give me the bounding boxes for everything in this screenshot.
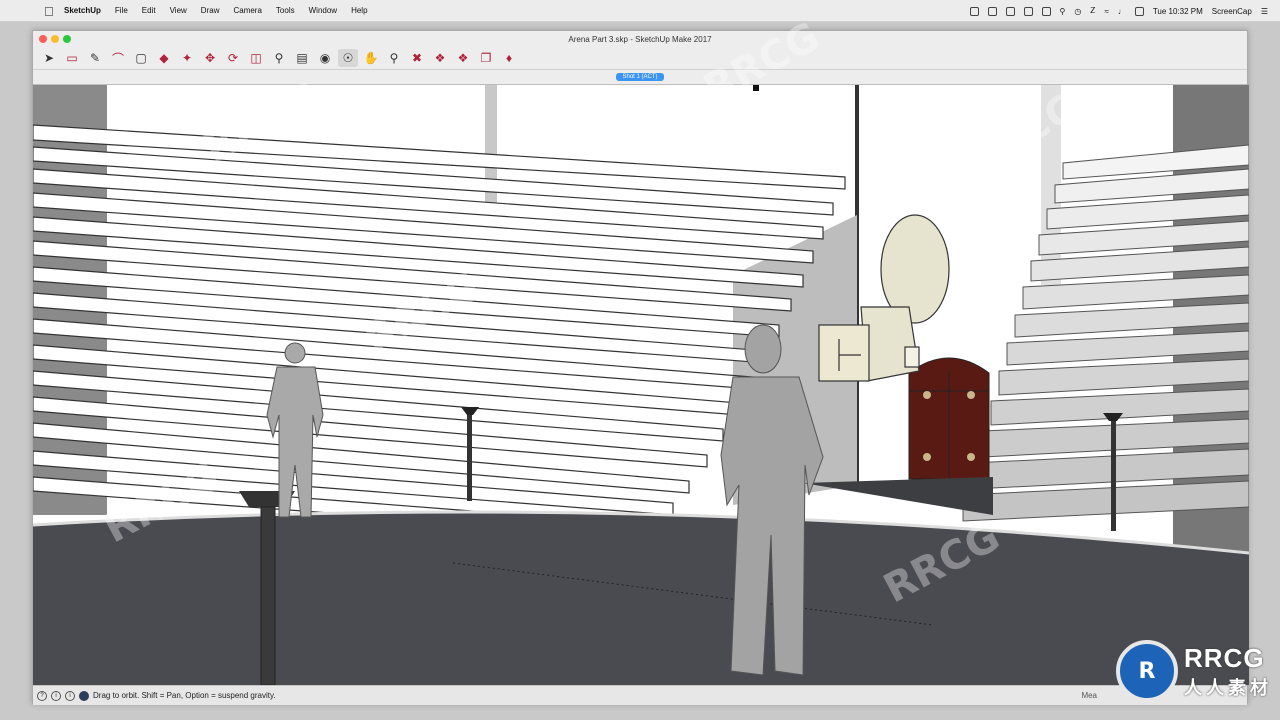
screen-record-icon[interactable] [969, 6, 979, 16]
search-icon[interactable]: ⚲ [1060, 7, 1066, 16]
3d-viewport[interactable] [33, 85, 1249, 685]
camera-icon[interactable] [987, 6, 997, 16]
sync-icon[interactable] [1023, 6, 1033, 16]
status-hint: Drag to orbit. Shift = Pan, Option = sus… [93, 691, 276, 700]
app-menu-icon[interactable] [1041, 6, 1051, 16]
instructor-icon[interactable]: i [65, 690, 75, 701]
shape-rectangle-icon[interactable]: ▢ [131, 49, 151, 67]
scene-tab-bar: Shot 1 (ACT) [33, 69, 1247, 85]
status-indicator-icon[interactable] [79, 690, 89, 701]
3d-warehouse-icon[interactable]: ❖ [430, 49, 450, 67]
menu-file[interactable]: File [115, 6, 128, 15]
menu-edit[interactable]: Edit [142, 6, 156, 15]
follow-me-icon[interactable]: ✦ [177, 49, 197, 67]
arena-scene [33, 85, 1249, 685]
time-machine-icon[interactable]: ◷ [1074, 7, 1081, 16]
sketchup-window: Arena Part 3.skp - SketchUp Make 2017 ➤ … [32, 30, 1249, 705]
dropbox-icon[interactable] [1005, 6, 1015, 16]
clock[interactable]: Tue 10:32 PM [1153, 7, 1203, 16]
rotate-icon[interactable]: ⟳ [223, 49, 243, 67]
maximize-button[interactable] [63, 35, 71, 43]
arena-floor [33, 512, 1249, 685]
axis-marker [753, 85, 759, 91]
pan-icon[interactable]: ✋ [361, 49, 381, 67]
ruby-icon[interactable]: ♦ [499, 49, 519, 67]
eraser-icon[interactable]: ▭ [62, 49, 82, 67]
credits-icon[interactable]: i [51, 690, 61, 701]
bluetooth-icon[interactable]: Ꮓ [1090, 6, 1095, 16]
measurements-label: Mea [1081, 691, 1097, 700]
paint-bucket-icon[interactable]: ◉ [315, 49, 335, 67]
scene-tab[interactable]: Shot 1 (ACT) [616, 73, 664, 81]
orbit-icon[interactable]: ☉ [338, 49, 358, 67]
apple-icon[interactable]:  [44, 4, 54, 19]
wifi-icon[interactable]: ≈ [1104, 7, 1108, 16]
user-name[interactable]: ScreenCap [1212, 7, 1252, 16]
menu-bar:  SketchUp File Edit View Draw Camera To… [0, 0, 1280, 22]
arena-door [908, 357, 990, 480]
geo-location-icon[interactable]: ? [37, 690, 47, 701]
minimize-button[interactable] [51, 35, 59, 43]
select-arrow-icon[interactable]: ➤ [39, 49, 59, 67]
text-icon[interactable]: ▤ [292, 49, 312, 67]
scale-icon[interactable]: ◫ [246, 49, 266, 67]
move-icon[interactable]: ✥ [200, 49, 220, 67]
logo-subtext: 人人素材 [1184, 677, 1272, 698]
menu-app-name[interactable]: SketchUp [64, 6, 101, 15]
watermark-logo: R RRCG 人人素材 [1116, 640, 1272, 702]
arc-icon[interactable]: ⌒ [108, 49, 128, 67]
volume-icon[interactable]: ♩ [1118, 7, 1126, 16]
title-bar: Arena Part 3.skp - SketchUp Make 2017 [33, 31, 1247, 47]
pencil-line-icon[interactable]: ✎ [85, 49, 105, 67]
list-icon[interactable]: ☰ [1261, 7, 1268, 16]
menu-extras: ⚲ ◷ Ꮓ ≈ ♩ Tue 10:32 PM ScreenCap ☰ [969, 0, 1268, 22]
display-icon[interactable] [1134, 6, 1144, 16]
menu-list: SketchUp File Edit View Draw Camera Tool… [64, 6, 368, 15]
menu-help[interactable]: Help [351, 6, 367, 15]
menu-tools[interactable]: Tools [276, 6, 295, 15]
status-bar: ? i i Drag to orbit. Shift = Pan, Option… [33, 685, 1247, 705]
menu-view[interactable]: View [170, 6, 187, 15]
menu-camera[interactable]: Camera [233, 6, 261, 15]
window-title: Arena Part 3.skp - SketchUp Make 2017 [568, 34, 712, 44]
extension-warehouse-icon[interactable]: ❖ [453, 49, 473, 67]
menu-window[interactable]: Window [309, 6, 337, 15]
logo-text: RRCG [1184, 642, 1265, 673]
logo-mark: R [1116, 640, 1178, 702]
toolbar: ➤ ▭ ✎ ⌒ ▢ ◆ ✦ ✥ ⟳ ◫ ⚲ ▤ ◉ ☉ ✋ ⚲ ✖ ❖ ❖ ❐ … [33, 47, 1247, 69]
zoom-icon[interactable]: ⚲ [384, 49, 404, 67]
layout-send-icon[interactable]: ❐ [476, 49, 496, 67]
push-pull-icon[interactable]: ◆ [154, 49, 174, 67]
close-button[interactable] [39, 35, 47, 43]
menu-draw[interactable]: Draw [201, 6, 220, 15]
zoom-extents-icon[interactable]: ✖ [407, 49, 427, 67]
tape-measure-icon[interactable]: ⚲ [269, 49, 289, 67]
